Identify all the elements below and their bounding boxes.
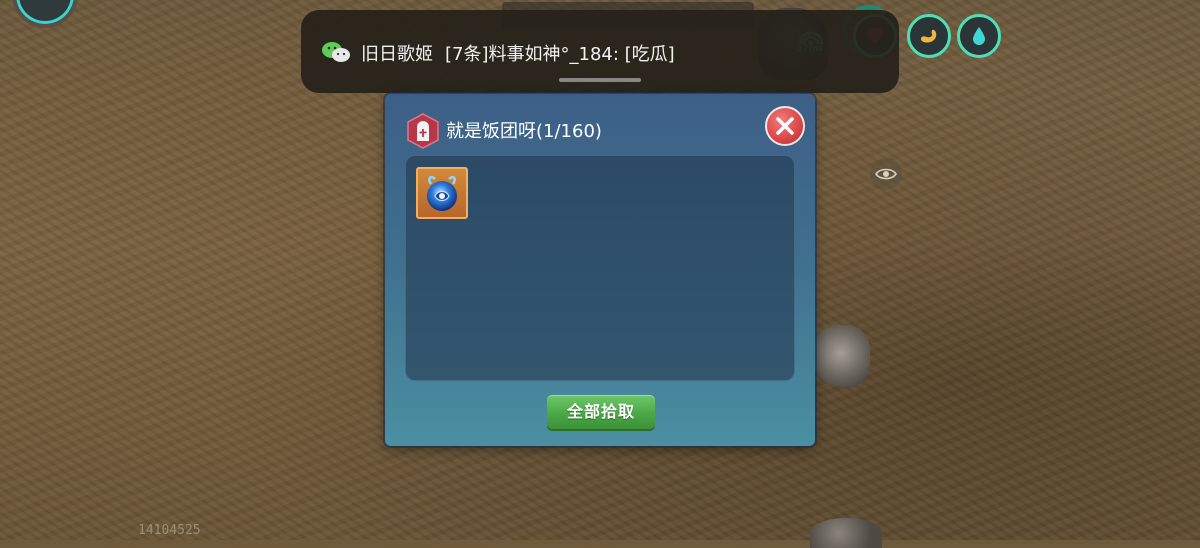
dialog-title: 就是饭团呀(1/160) [446,121,602,142]
item-slot[interactable] [416,167,468,219]
thirst-button[interactable] [957,14,1001,58]
creature [810,518,882,548]
items-panel [405,155,795,381]
water-drop-icon [973,27,985,45]
hunger-button[interactable] [907,14,951,58]
notification-drag-handle[interactable] [559,78,641,82]
player-id: 14104525 [138,523,201,538]
close-icon [776,117,794,135]
view-toggle-button[interactable] [870,158,902,190]
loot-dialog: 就是饭团呀(1/160) 全部拾取 [385,94,815,446]
close-button[interactable] [765,106,805,146]
tombstone-icon [407,113,439,149]
wechat-icon [322,42,350,62]
wechat-notification[interactable]: 旧日歌姬 [7条]料事如神°_184: [吃瓜] [301,10,899,93]
notification-message: [7条]料事如神°_184: [吃瓜] [445,44,675,65]
pickup-all-button[interactable]: 全部拾取 [547,395,655,429]
notification-text: 旧日歌姬 [7条]料事如神°_184: [吃瓜] [361,40,675,66]
eye-icon [875,168,897,180]
stomach-icon [921,29,937,43]
blue-orb-item-icon [427,175,457,211]
creature [812,325,870,387]
notification-sender: 旧日歌姬 [361,44,433,65]
